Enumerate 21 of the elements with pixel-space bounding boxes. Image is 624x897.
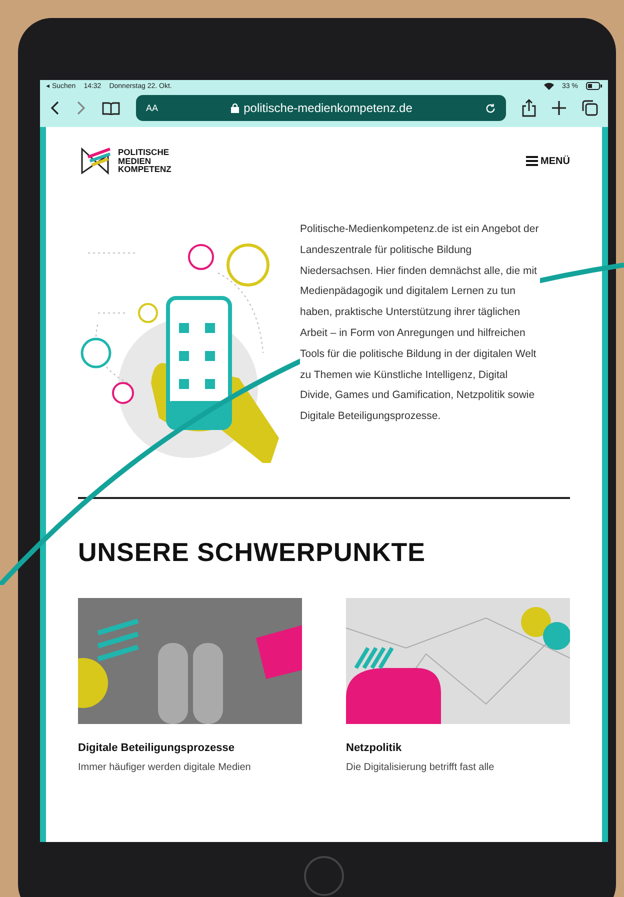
menu-icon [526, 156, 538, 166]
address-field[interactable]: AA politische-medienkompetenz.de [136, 95, 506, 121]
forward-icon[interactable] [76, 101, 86, 115]
battery-icon [586, 82, 602, 90]
section-heading: UNSERE SCHWERPUNKTE [78, 537, 427, 568]
card-text: Immer häufiger werden digitale Medien [78, 762, 252, 773]
site-logo[interactable]: POLITISCHE MEDIEN KOMPETENZ [78, 143, 172, 179]
card-text: Die Digitalisierung betrifft fast alle [346, 762, 496, 773]
bookmarks-icon[interactable] [102, 101, 120, 115]
share-icon[interactable] [522, 99, 536, 117]
reload-icon[interactable] [485, 102, 496, 114]
photo-placeholder[interactable] [78, 598, 302, 724]
card-title[interactable]: Netzpolitik [346, 742, 570, 754]
back-icon[interactable] [50, 101, 60, 115]
plus-icon[interactable] [552, 101, 566, 115]
card-title[interactable]: Digitale Beteiligungsprozesse [78, 742, 302, 754]
photo-placeholder[interactable] [346, 598, 570, 724]
wifi-icon [544, 82, 554, 90]
menu-button[interactable]: MENÜ [526, 156, 570, 166]
tabs-icon[interactable] [582, 100, 598, 116]
lock-icon [230, 103, 239, 113]
